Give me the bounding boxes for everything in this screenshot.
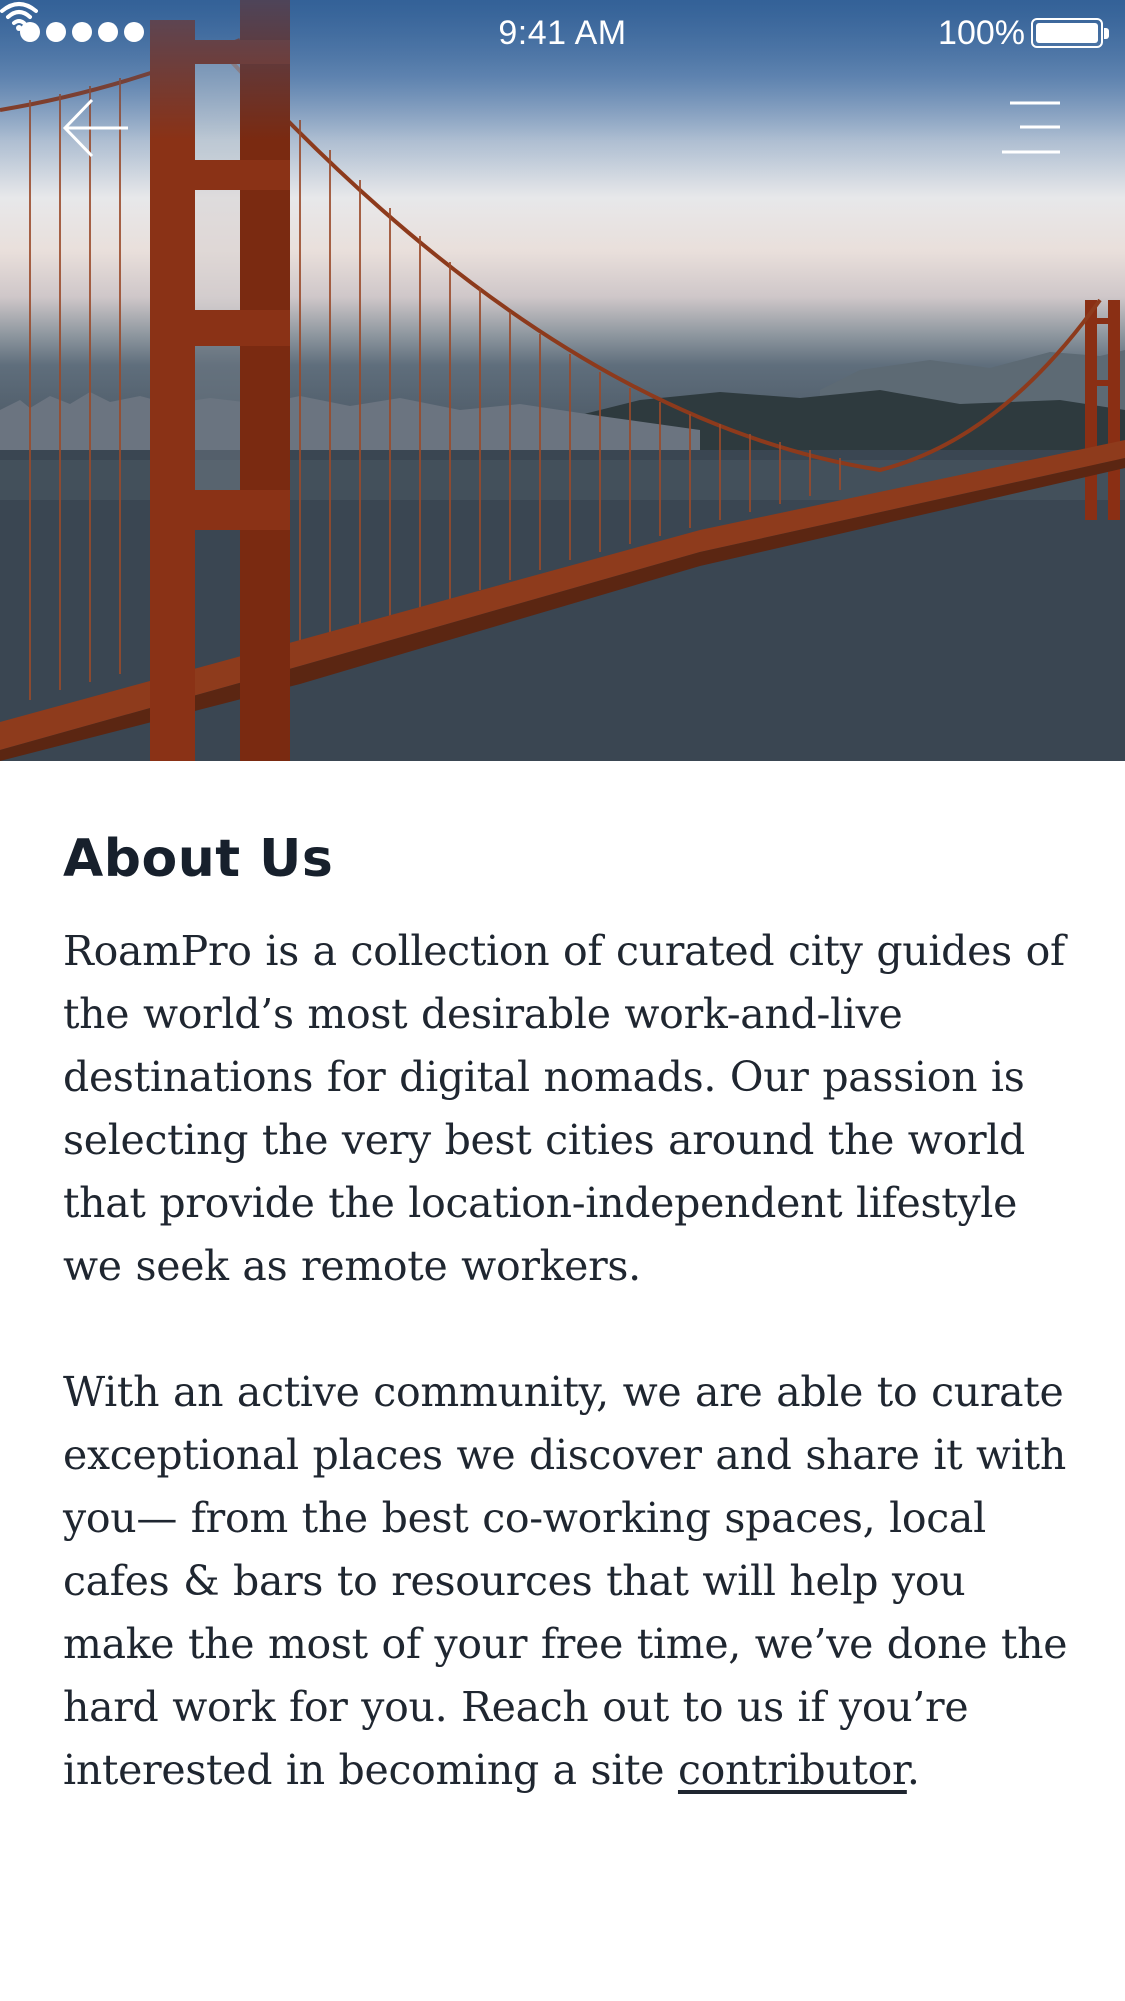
back-button[interactable] xyxy=(62,96,132,160)
arrow-left-icon xyxy=(62,98,128,158)
golden-gate-bridge-illustration xyxy=(0,0,1125,761)
contributor-link[interactable]: contributor xyxy=(678,1746,907,1794)
about-paragraph-2-end: . xyxy=(906,1746,920,1794)
status-bar: 9:41 AM 100% xyxy=(0,0,1125,68)
about-paragraph-2: With an active community, we are able to… xyxy=(63,1361,1073,1802)
page-title: About Us xyxy=(63,829,334,889)
battery-percent: 100% xyxy=(938,14,1025,52)
menu-button[interactable] xyxy=(1000,100,1062,156)
battery-icon xyxy=(1031,18,1109,48)
about-section: About Us RoamPro is a collection of cura… xyxy=(63,820,1073,1802)
hero-image: 9:41 AM 100% xyxy=(0,0,1125,761)
about-paragraph-1: RoamPro is a collection of curated city … xyxy=(63,927,1065,1290)
about-paragraph-2-text: With an active community, we are able to… xyxy=(63,1368,1068,1794)
hamburger-menu-icon xyxy=(1002,101,1060,154)
